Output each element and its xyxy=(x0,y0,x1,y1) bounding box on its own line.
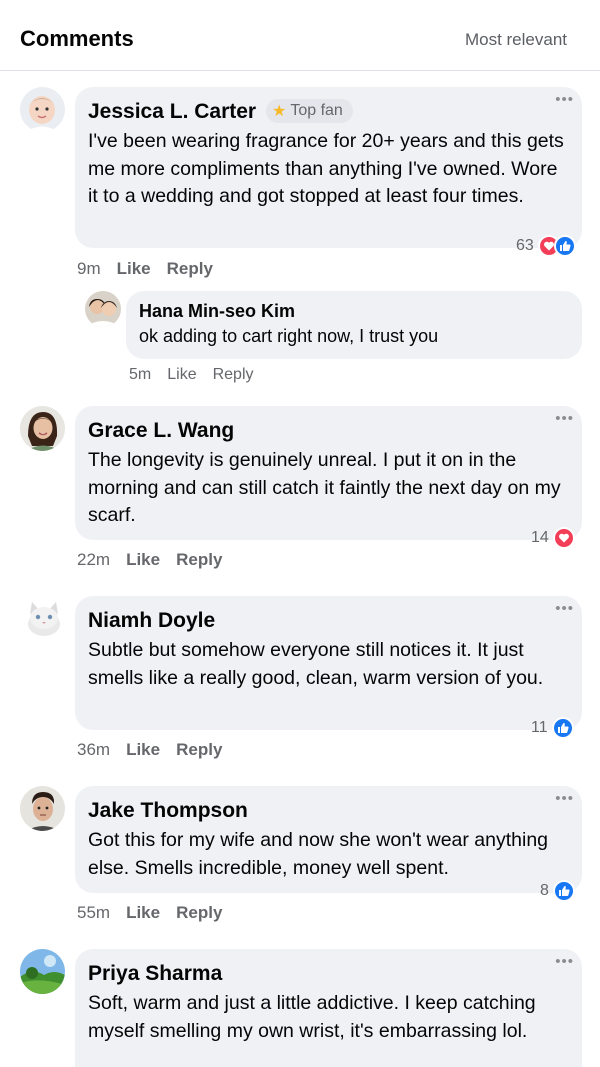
avatar[interactable] xyxy=(20,786,65,831)
sort-dropdown[interactable]: Most relevant xyxy=(465,30,567,50)
woman-avatar-image xyxy=(20,406,65,451)
timestamp: 36m xyxy=(77,740,111,759)
comment-bubble: Niamh Doyle ••• Subtle but somehow every… xyxy=(75,596,582,730)
reply-bubble: Hana Min-seo Kim ok adding to cart right… xyxy=(126,291,582,359)
like-button[interactable]: Like xyxy=(117,259,151,279)
like-icon xyxy=(551,717,574,739)
comment-actions: 55m Like Reply xyxy=(77,903,238,923)
like-icon xyxy=(553,235,576,257)
comment-actions: 36m Like Reply xyxy=(77,740,238,760)
comment-bubble: Jake Thompson ••• Got this for my wife a… xyxy=(75,786,582,893)
reply-actions: 5m Like Reply xyxy=(129,366,270,384)
comment-author[interactable]: Grace L. Wang xyxy=(88,419,234,443)
avatar[interactable] xyxy=(20,596,65,641)
like-button[interactable]: Like xyxy=(126,550,160,570)
man-avatar-image xyxy=(20,786,65,831)
like-button[interactable]: Like xyxy=(126,903,160,923)
timestamp: 9m xyxy=(77,259,101,278)
like-button[interactable]: Like xyxy=(126,740,160,760)
reply-button[interactable]: Reply xyxy=(176,550,222,570)
reaction-summary[interactable]: 14 xyxy=(531,527,575,549)
timestamp: 22m xyxy=(77,550,111,569)
comment-author[interactable]: Jake Thompson xyxy=(88,799,248,823)
comment-text: Subtle but somehow everyone still notice… xyxy=(88,639,544,689)
reply-button[interactable]: Reply xyxy=(176,740,222,760)
comment-text: I've been wearing fragrance for 20+ year… xyxy=(88,130,564,207)
avatar[interactable] xyxy=(20,87,65,132)
reaction-count: 14 xyxy=(531,529,549,546)
star-icon: ★ xyxy=(272,103,287,120)
comment-author[interactable]: Jessica L. Carter xyxy=(88,100,256,124)
reaction-summary[interactable]: 11 xyxy=(531,717,574,739)
more-options-icon[interactable]: ••• xyxy=(555,791,574,806)
comment-text: Got this for my wife and now she won't w… xyxy=(88,829,549,879)
reaction-count: 63 xyxy=(516,237,534,254)
avatar[interactable] xyxy=(20,949,65,994)
comment-author[interactable]: Priya Sharma xyxy=(88,962,222,986)
comment-text: The longevity is genuinely unreal. I put… xyxy=(88,449,561,526)
comment-actions: 22m Like Reply xyxy=(77,550,238,570)
reply-button[interactable]: Reply xyxy=(213,366,254,384)
badge-label: Top fan xyxy=(290,102,343,119)
timestamp: 5m xyxy=(129,366,152,383)
couple-avatar-image xyxy=(85,291,121,327)
like-icon xyxy=(552,880,575,902)
top-fan-badge: ★ Top fan xyxy=(266,99,353,123)
reply-button[interactable]: Reply xyxy=(167,259,213,279)
landscape-avatar-image xyxy=(20,949,65,994)
comment-bubble: Jessica L. Carter ★ Top fan ••• I've bee… xyxy=(75,87,582,248)
timestamp: 55m xyxy=(77,903,111,922)
reaction-count: 11 xyxy=(531,719,548,736)
like-button[interactable]: Like xyxy=(167,366,196,384)
avatar[interactable] xyxy=(20,406,65,451)
comments-header: Comments Most relevant xyxy=(0,0,600,71)
baby-avatar-image xyxy=(20,87,65,132)
reaction-count: 8 xyxy=(540,882,549,899)
more-options-icon[interactable]: ••• xyxy=(555,954,574,969)
comment-text: Soft, warm and just a little addictive. … xyxy=(88,992,536,1042)
reply-text: ok adding to cart right now, I trust you xyxy=(139,326,439,346)
reply-author[interactable]: Hana Min-seo Kim xyxy=(139,301,295,322)
love-icon xyxy=(552,527,575,549)
more-options-icon[interactable]: ••• xyxy=(555,601,574,616)
reaction-summary[interactable]: 63 xyxy=(516,235,576,257)
page-title: Comments xyxy=(20,26,134,51)
reaction-summary[interactable]: 8 xyxy=(540,880,575,902)
more-options-icon[interactable]: ••• xyxy=(555,92,574,107)
comment-author[interactable]: Niamh Doyle xyxy=(88,609,215,633)
comment-actions: 9m Like Reply xyxy=(77,259,229,279)
reply-button[interactable]: Reply xyxy=(176,903,222,923)
cat-avatar-image xyxy=(20,596,65,641)
more-options-icon[interactable]: ••• xyxy=(555,411,574,426)
comment-bubble: Priya Sharma ••• Soft, warm and just a l… xyxy=(75,949,582,1067)
avatar[interactable] xyxy=(85,291,121,327)
comment-bubble: Grace L. Wang ••• The longevity is genui… xyxy=(75,406,582,540)
